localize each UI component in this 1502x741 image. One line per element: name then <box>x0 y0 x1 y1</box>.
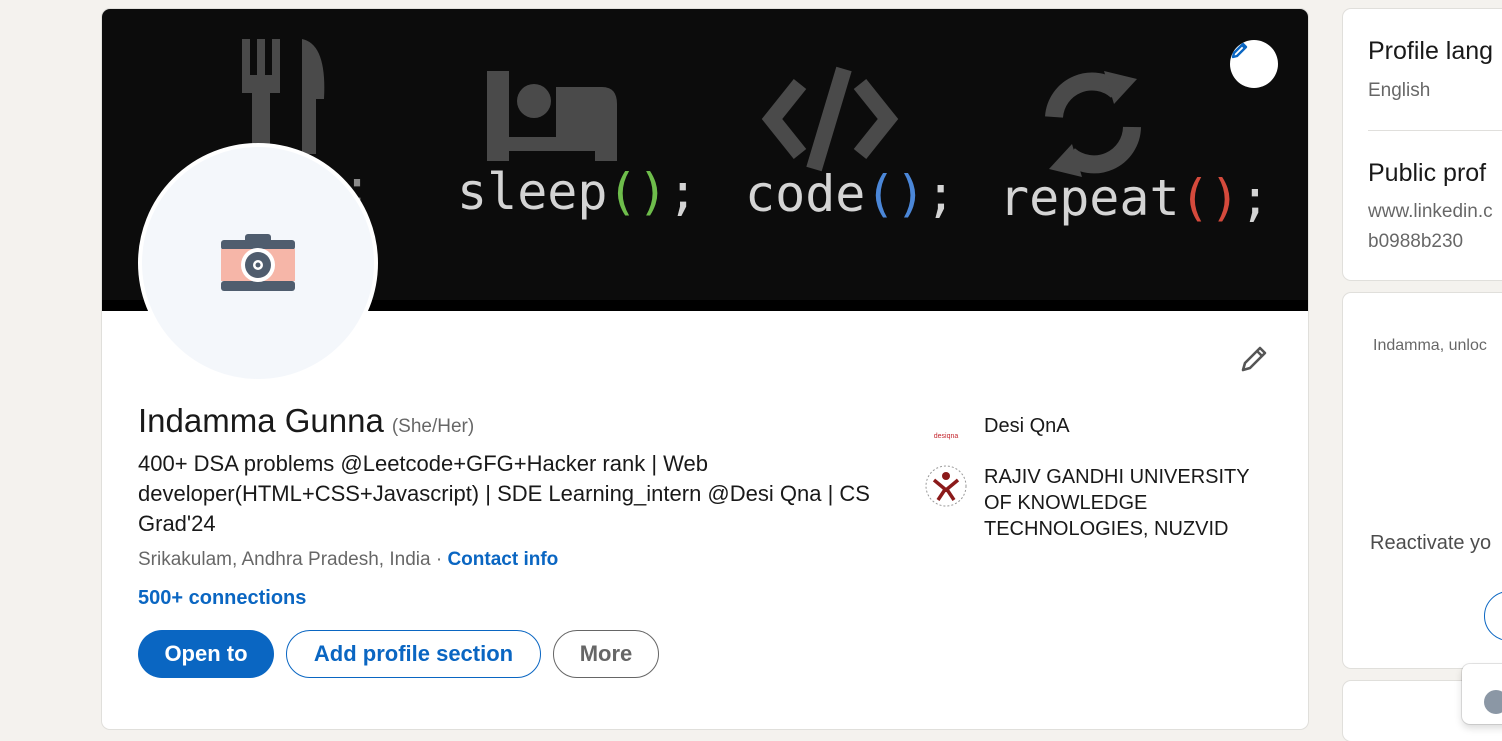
university-logo <box>924 464 968 508</box>
profile-card: sleep(); code(); repeat(); ; Indamma Gun… <box>102 9 1308 729</box>
public-profile-title[interactable]: Public prof <box>1368 159 1486 188</box>
more-button[interactable]: More <box>553 630 659 678</box>
profile-pronouns: (She/Her) <box>391 416 475 437</box>
svg-text:sleep();: sleep(); <box>457 163 698 221</box>
desiqna-logo: desiqna <box>924 413 968 457</box>
ad-cta-text: Reactivate yo <box>1370 532 1492 554</box>
banner-word-code: code <box>745 165 865 223</box>
premium-ad-card: Indamma, unloc Reactivate yo <box>1343 293 1502 668</box>
education-item[interactable]: RAJIV GANDHI UNIVERSITY OF KNOWLEDGE TEC… <box>924 464 1264 542</box>
desiqna-logo-text: desiqna <box>934 433 959 440</box>
company-name: Desi QnA <box>984 415 1070 437</box>
location-row: Srikakulam, Andhra Pradesh, India · Cont… <box>138 549 558 571</box>
add-profile-section-button[interactable]: Add profile section <box>286 630 541 678</box>
public-profile-url-line-1: www.linkedin.c <box>1368 201 1493 222</box>
profile-language-title[interactable]: Profile lang <box>1368 37 1493 66</box>
messaging-overlay[interactable] <box>1462 664 1502 724</box>
edit-banner-button[interactable] <box>1230 40 1278 88</box>
ad-message: Indamma, unloc <box>1373 337 1487 354</box>
current-company-item[interactable]: desiqna Desi QnA <box>924 413 1070 457</box>
banner-word-repeat: repeat <box>999 169 1180 227</box>
svg-text:code();: code(); <box>745 165 956 223</box>
profile-settings-card: Profile lang English Public prof www.lin… <box>1343 9 1502 280</box>
contact-info-link[interactable]: Contact info <box>447 549 558 570</box>
profile-name: Indamma Gunna <box>138 402 384 439</box>
divider <box>1368 130 1502 131</box>
fork-knife-icon <box>242 39 325 154</box>
banner-text: sleep(); code(); repeat(); ; <box>342 159 1270 227</box>
code-brackets-icon <box>761 66 899 172</box>
university-name: RAJIV GANDHI UNIVERSITY OF KNOWLEDGE TEC… <box>984 466 1250 540</box>
edit-intro-button[interactable] <box>1234 339 1274 379</box>
svg-text:repeat();: repeat(); <box>999 169 1270 227</box>
connections-link[interactable]: 500+ connections <box>138 587 306 610</box>
profile-headline: 400+ DSA problems @Leetcode+GFG+Hacker r… <box>138 451 870 536</box>
banner-word-sleep: sleep <box>457 163 608 221</box>
profile-location: Srikakulam, Andhra Pradesh, India <box>138 549 431 570</box>
camera-icon <box>221 234 295 291</box>
bed-icon <box>487 71 617 161</box>
open-to-button[interactable]: Open to <box>138 630 274 678</box>
name-row: Indamma Gunna (She/Her) <box>138 402 474 440</box>
profile-language-value: English <box>1368 80 1431 101</box>
pencil-icon <box>1231 42 1248 59</box>
avatar <box>1484 690 1502 714</box>
ad-cta-button[interactable] <box>1484 591 1502 641</box>
separator-dot: · <box>435 549 443 570</box>
profile-photo-placeholder[interactable] <box>138 143 378 383</box>
public-profile-url-line-2: b0988b230 <box>1368 231 1464 252</box>
pencil-icon <box>1241 346 1267 372</box>
